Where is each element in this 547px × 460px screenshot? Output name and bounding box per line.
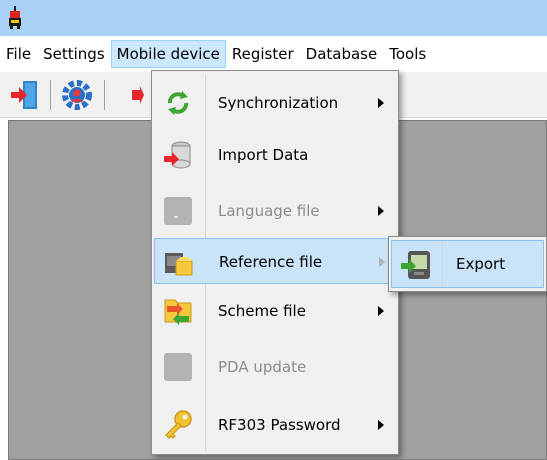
device-export-icon: [401, 251, 430, 279]
menu-settings[interactable]: Settings: [37, 40, 111, 68]
scheme-file-icon: [164, 299, 192, 325]
submenu-icon-gutter: [442, 241, 443, 287]
menu-file[interactable]: File: [0, 40, 37, 68]
menu-item-rf303-password[interactable]: RF303 Password: [154, 402, 396, 448]
menu-item-label: Reference file: [219, 253, 323, 271]
submenu-arrow-icon: [378, 98, 384, 108]
submenu-arrow-icon: [378, 206, 384, 216]
menu-item-label: Synchronization: [218, 94, 339, 112]
menu-item-import-data[interactable]: Import Data: [154, 132, 396, 178]
exit-door-icon: [11, 81, 37, 109]
menu-item-reference-file[interactable]: Reference file: [154, 238, 396, 284]
submenu-arrow-icon: [378, 306, 384, 316]
key-icon: [165, 410, 192, 439]
app-logo-icon: [9, 6, 21, 29]
menu-item-synchronization[interactable]: Synchronization: [154, 80, 396, 126]
title-bar: [0, 0, 547, 36]
submenu-arrow-icon: [378, 420, 384, 430]
import-button[interactable]: [114, 78, 144, 112]
toolbar-separator: [104, 80, 105, 110]
toolbar-separator: [50, 80, 51, 110]
settings-gear-icon: [62, 80, 92, 110]
menu-item-label: Language file: [218, 202, 320, 220]
database-import-icon: [164, 141, 191, 169]
submenu-arrow-icon: [379, 257, 385, 267]
language-file-icon: [164, 197, 192, 225]
mobile-device-menu: Synchronization Import Data Language fil…: [151, 70, 399, 455]
menu-item-label: RF303 Password: [218, 416, 341, 434]
menu-item-pda-update[interactable]: PDA update: [154, 344, 396, 390]
menu-register[interactable]: Register: [226, 40, 300, 68]
pda-update-icon: [164, 353, 192, 381]
menu-item-label: Import Data: [218, 146, 309, 164]
reference-file-icon: [165, 253, 193, 276]
submenu-item-label: Export: [456, 255, 506, 273]
menu-tools[interactable]: Tools: [383, 40, 432, 68]
menu-database[interactable]: Database: [300, 40, 384, 68]
menu-item-label: Scheme file: [218, 302, 306, 320]
menu-mobile-device[interactable]: Mobile device: [110, 40, 226, 68]
menu-bar: File Settings Mobile device Register Dat…: [0, 36, 547, 72]
settings-button[interactable]: [60, 78, 94, 112]
menu-item-scheme-file[interactable]: Scheme file: [154, 288, 396, 334]
sync-arrows-icon: [168, 91, 188, 115]
menu-item-language-file[interactable]: Language file: [154, 188, 396, 234]
exit-button[interactable]: [8, 78, 42, 112]
menu-item-label: PDA update: [218, 358, 307, 376]
submenu-item-export[interactable]: Export: [391, 240, 544, 288]
reference-file-submenu: Export: [388, 236, 547, 292]
import-icon: [132, 86, 144, 104]
